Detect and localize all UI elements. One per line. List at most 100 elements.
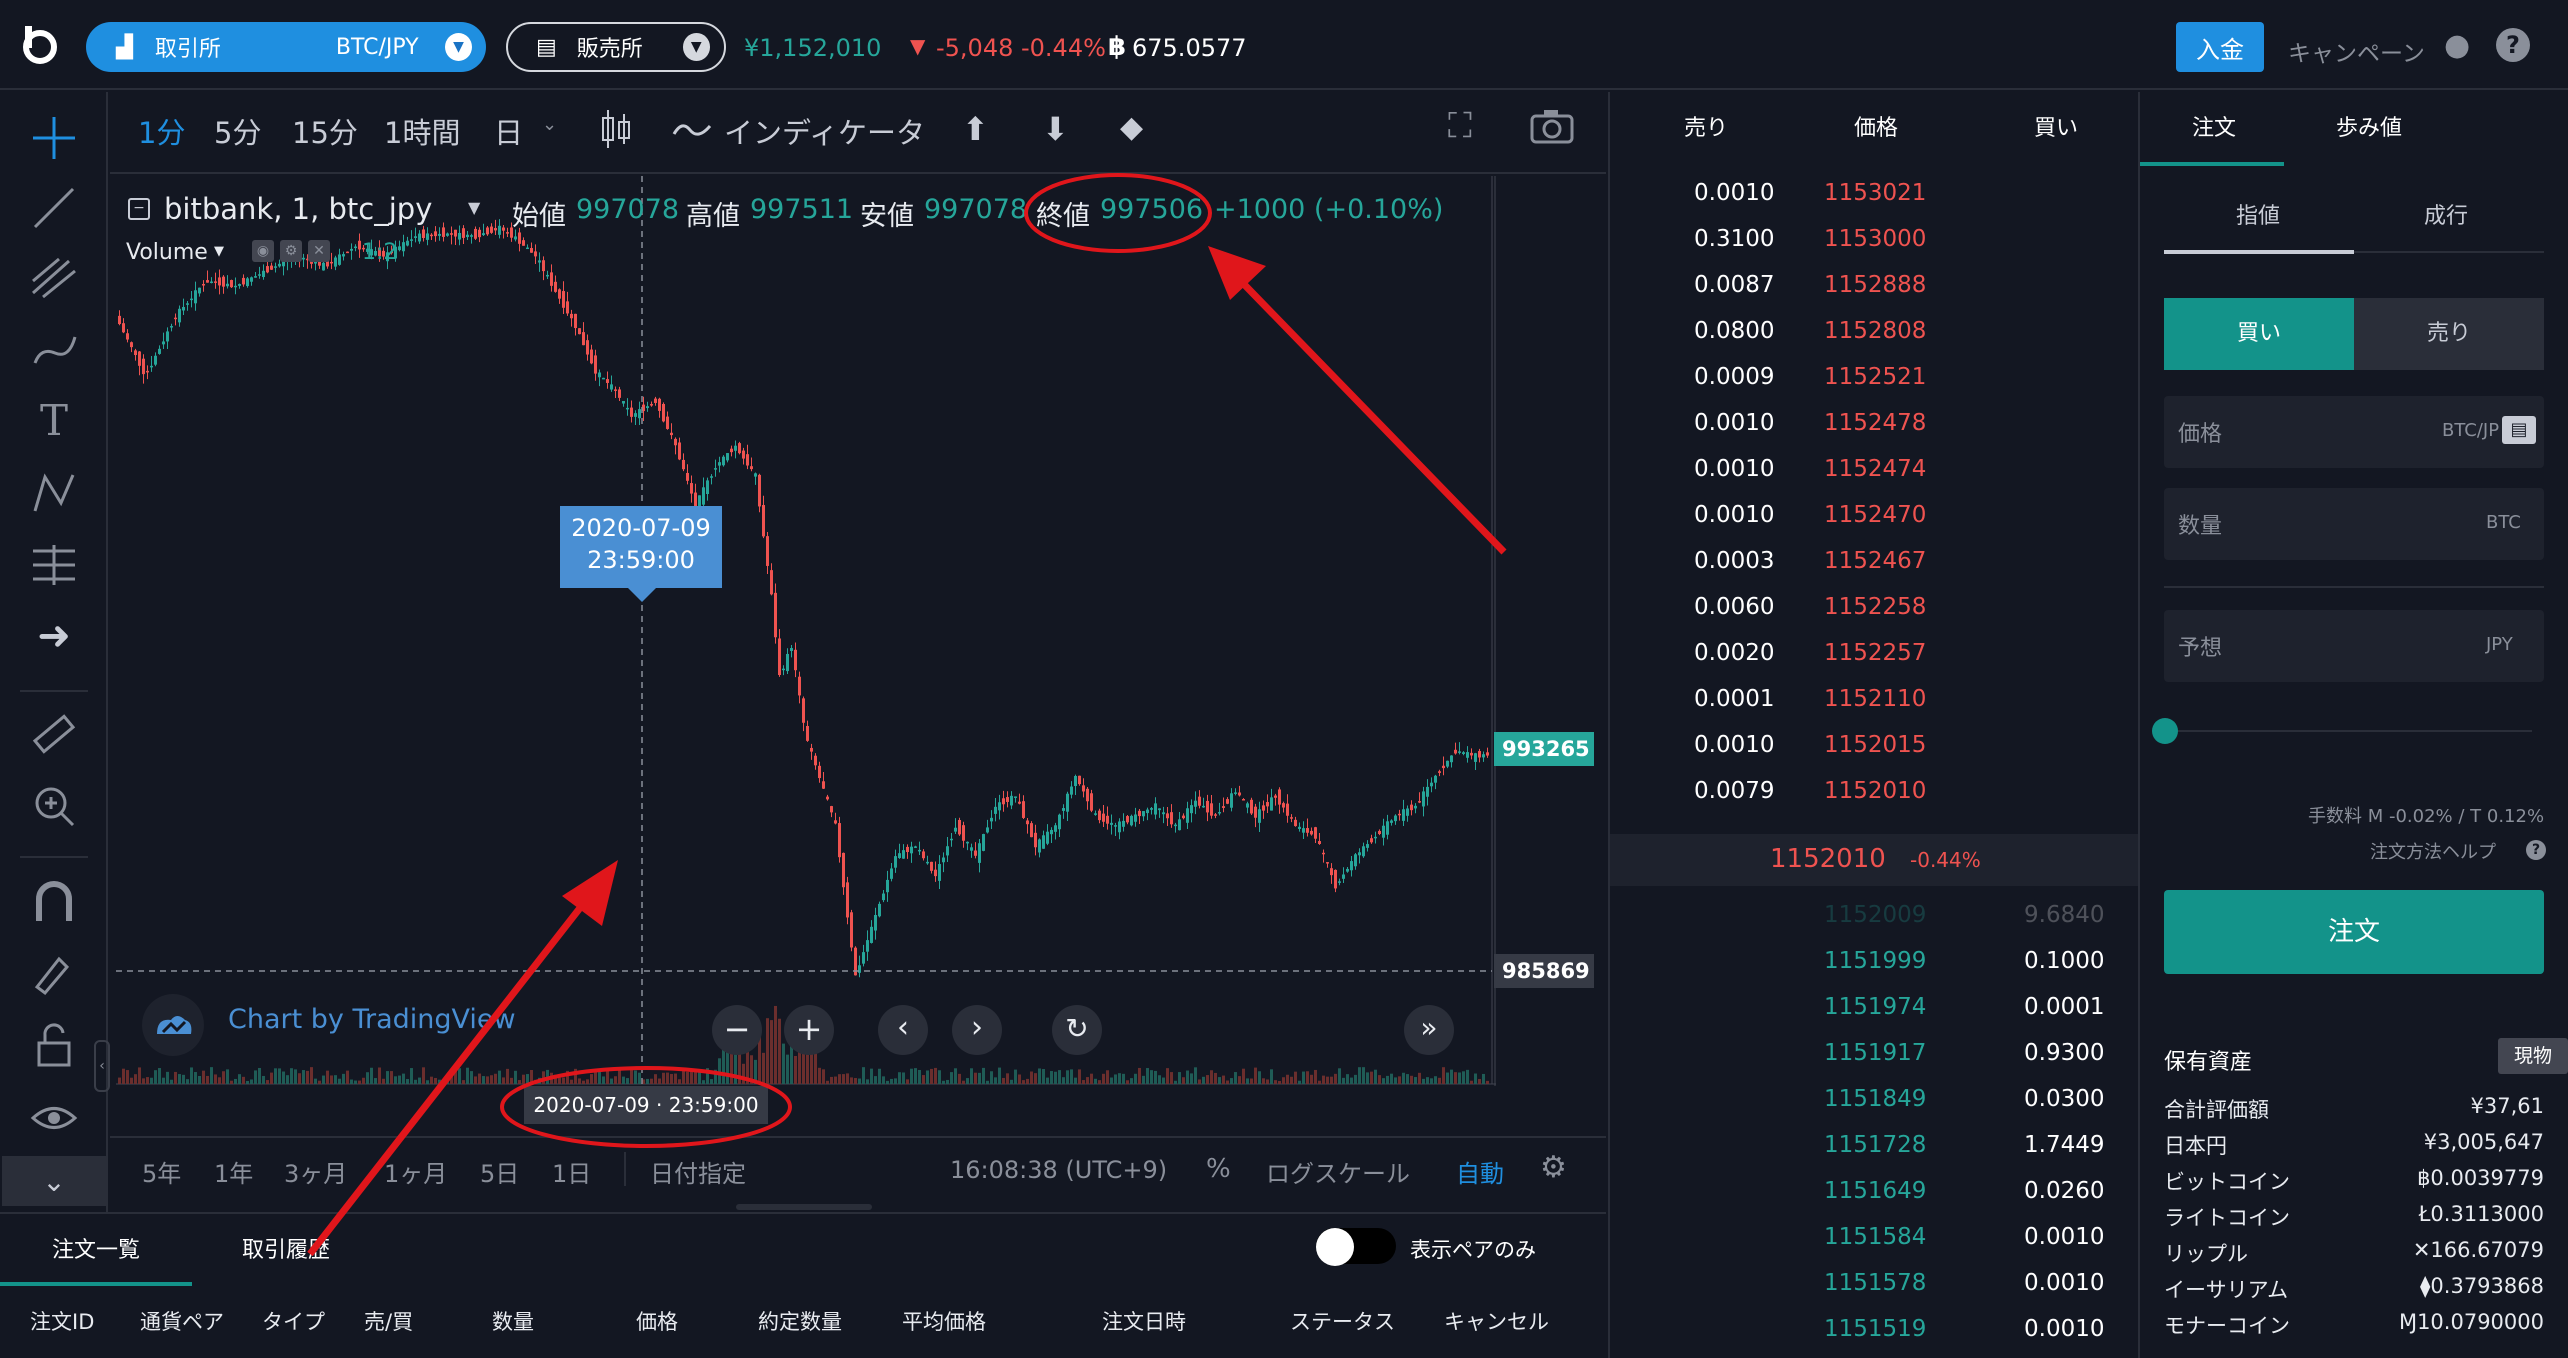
upload-icon[interactable]: ⬆: [962, 110, 989, 148]
pattern-icon[interactable]: [26, 464, 82, 520]
tradingview-watermark[interactable]: Chart by TradingView: [228, 1004, 516, 1035]
bid-price[interactable]: 1151974: [1824, 984, 1926, 1030]
gear-icon[interactable]: ⚙: [1540, 1150, 1567, 1185]
range-1d[interactable]: 1日: [552, 1154, 591, 1189]
ask-price[interactable]: 1152258: [1824, 584, 1926, 630]
scroll-left-button[interactable]: ‹: [878, 1005, 928, 1055]
panel-resize-handle[interactable]: [736, 1204, 872, 1210]
chart-canvas[interactable]: 1012000101000010080001006000100400010020…: [116, 165, 1598, 1123]
tab-order[interactable]: 注文: [2192, 110, 2236, 142]
auto-scale-toggle[interactable]: 自動: [1456, 1154, 1504, 1189]
download-icon[interactable]: ⬇: [1042, 110, 1069, 148]
shop-selector[interactable]: ▤ 販売所 ▼: [506, 22, 726, 72]
bid-price[interactable]: 1151649: [1824, 1168, 1926, 1214]
text-icon[interactable]: T: [26, 392, 82, 448]
bid-price[interactable]: 1151519: [1824, 1306, 1926, 1352]
ask-price[interactable]: 1152010: [1824, 768, 1926, 814]
help-icon[interactable]: ?: [2526, 840, 2546, 860]
deposit-button[interactable]: 入金: [2176, 22, 2264, 72]
brush-icon[interactable]: [26, 320, 82, 376]
range-1m[interactable]: 1ヶ月: [384, 1154, 447, 1189]
range-5d[interactable]: 5日: [480, 1154, 519, 1189]
interval-dropdown-icon[interactable]: ⌄: [542, 114, 557, 135]
type-limit[interactable]: 指値: [2236, 198, 2280, 230]
more-tools-button[interactable]: ⌄: [2, 1156, 106, 1206]
symbol-dropdown-icon[interactable]: ▼: [468, 198, 480, 217]
interval-day[interactable]: 日: [494, 110, 523, 152]
interval-1h[interactable]: 1時間: [384, 110, 460, 152]
ask-price[interactable]: 1152015: [1824, 722, 1926, 768]
bitbank-logo[interactable]: [18, 22, 62, 66]
series-collapse-icon[interactable]: −: [128, 198, 150, 220]
camera-icon[interactable]: [1530, 108, 1574, 148]
tab-trade-history[interactable]: 取引履歴: [242, 1232, 330, 1264]
bid-price[interactable]: 1151999: [1824, 938, 1926, 984]
estimate-field[interactable]: 予想 JPY: [2164, 610, 2544, 682]
id-card-icon[interactable]: ▤: [2502, 416, 2536, 444]
sell-button[interactable]: 売り: [2354, 298, 2544, 370]
symbol-title[interactable]: bitbank, 1, btc_jpy: [164, 192, 432, 226]
amount-slider-handle[interactable]: [2152, 718, 2178, 744]
zoom-in-button[interactable]: +: [784, 1005, 834, 1055]
clock-display[interactable]: 16:08:38 (UTC+9): [950, 1156, 1167, 1184]
price-field[interactable]: 価格 BTC/JP ▤: [2164, 396, 2544, 468]
candle-type-icon[interactable]: [598, 104, 634, 158]
bid-price[interactable]: 1151917: [1824, 1030, 1926, 1076]
indicator-wave-icon[interactable]: [672, 118, 712, 144]
range-3m[interactable]: 3ヶ月: [284, 1154, 347, 1189]
reset-chart-button[interactable]: ↻: [1052, 1005, 1102, 1055]
bid-price[interactable]: 1151728: [1824, 1122, 1926, 1168]
price-chart[interactable]: 1012000101000010080001006000100400010020…: [116, 165, 1598, 1124]
interval-5m[interactable]: 5分: [214, 110, 261, 152]
ruler-icon[interactable]: [26, 706, 82, 762]
campaign-link[interactable]: キャンペーン: [2288, 34, 2425, 68]
user-icon[interactable]: ●: [2444, 28, 2470, 63]
eraser-icon[interactable]: ◆: [1120, 110, 1143, 145]
ask-price[interactable]: 1152478: [1824, 400, 1926, 446]
crosshair-icon[interactable]: [26, 110, 82, 166]
tab-trade-feed[interactable]: 歩み値: [2336, 110, 2402, 142]
magnet-icon[interactable]: [26, 874, 82, 930]
submit-order-button[interactable]: 注文: [2164, 890, 2544, 974]
pair-only-toggle[interactable]: [1316, 1228, 1396, 1266]
assets-spot-tag[interactable]: 現物: [2498, 1038, 2568, 1074]
exchange-selector[interactable]: ▟ 取引所 BTC/JPY ▼: [86, 22, 486, 72]
collapse-sidebar-handle[interactable]: ‹: [94, 1040, 110, 1092]
buy-button[interactable]: 買い: [2164, 298, 2354, 370]
tradingview-logo[interactable]: [142, 994, 204, 1056]
trendline-icon[interactable]: [26, 180, 82, 236]
zoom-in-icon[interactable]: [26, 778, 82, 834]
indicators-button[interactable]: インディケータ: [724, 110, 925, 152]
eye-icon[interactable]: ◉: [252, 240, 274, 262]
tab-open-orders[interactable]: 注文一覧: [52, 1232, 140, 1264]
bid-price[interactable]: 1151578: [1824, 1260, 1926, 1306]
ask-price[interactable]: 1152474: [1824, 446, 1926, 492]
order-help-link[interactable]: 注文方法ヘルプ: [2370, 838, 2496, 864]
volume-dropdown-icon[interactable]: ▼: [214, 244, 224, 259]
range-5y[interactable]: 5年: [142, 1154, 181, 1189]
ask-price[interactable]: 1152888: [1824, 262, 1926, 308]
ask-price[interactable]: 1153000: [1824, 216, 1926, 262]
quantity-field[interactable]: 数量 BTC: [2164, 488, 2544, 560]
volume-label[interactable]: Volume: [126, 240, 208, 265]
ask-price[interactable]: 1152521: [1824, 354, 1926, 400]
unlock-icon[interactable]: [26, 1018, 82, 1074]
type-market[interactable]: 成行: [2424, 198, 2468, 230]
lock-pencil-icon[interactable]: [26, 946, 82, 1002]
interval-1m[interactable]: 1分: [138, 110, 185, 152]
fullscreen-icon[interactable]: ⛶: [1448, 106, 1472, 146]
eye-icon[interactable]: [26, 1090, 82, 1146]
help-icon[interactable]: ?: [2496, 28, 2530, 62]
chevron-down-icon[interactable]: ▼: [444, 33, 472, 61]
bid-price[interactable]: 1151849: [1824, 1076, 1926, 1122]
percent-toggle[interactable]: %: [1206, 1154, 1231, 1184]
interval-15m[interactable]: 15分: [292, 110, 358, 152]
bid-price[interactable]: 1152009: [1824, 892, 1926, 938]
fib-icon[interactable]: [26, 250, 82, 306]
amount-slider-track[interactable]: [2164, 730, 2532, 732]
measure-lines-icon[interactable]: [26, 536, 82, 592]
scroll-right-button[interactable]: ›: [952, 1005, 1002, 1055]
zoom-out-button[interactable]: −: [712, 1005, 762, 1055]
ask-price[interactable]: 1152467: [1824, 538, 1926, 584]
arrow-left-icon[interactable]: ➜: [26, 608, 82, 664]
